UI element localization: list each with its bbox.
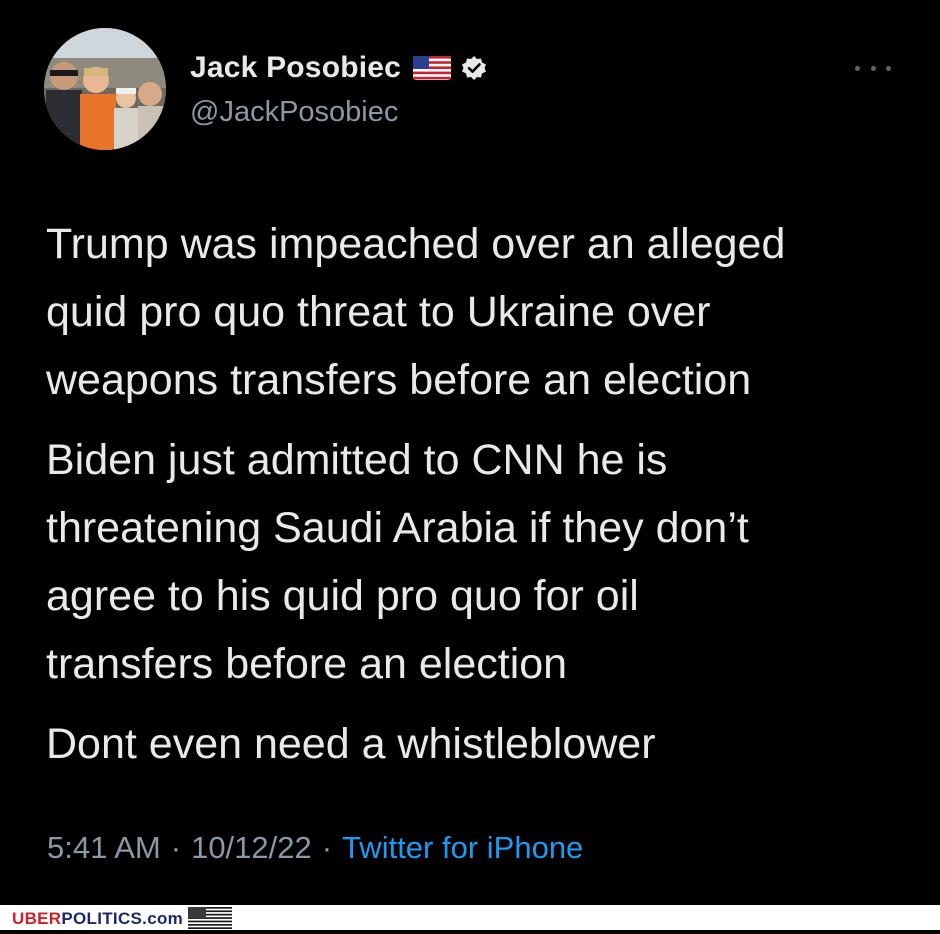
watermark-brand-politics: POLITICS.com bbox=[61, 909, 184, 928]
tweet-paragraph: Trump was impeached over an alleged quid… bbox=[46, 220, 786, 404]
watermark-brand-uber: UBER bbox=[12, 909, 62, 928]
tweet-card: Jack Posobiec @JackPosobiec Trump was im… bbox=[0, 0, 940, 905]
watermark-bar: UBERPOLITICS.com bbox=[0, 905, 940, 930]
tweet-source-link[interactable]: Twitter for iPhone bbox=[342, 830, 583, 866]
verified-badge-icon bbox=[461, 55, 487, 81]
more-dot-icon bbox=[855, 65, 860, 71]
watermark-brand: UBERPOLITICS.com bbox=[12, 909, 183, 929]
tweet-date[interactable]: 10/12/22 bbox=[191, 830, 312, 866]
more-dot-icon bbox=[886, 65, 891, 71]
avatar[interactable] bbox=[44, 28, 166, 150]
more-dot-icon bbox=[870, 65, 876, 71]
avatar-photo bbox=[44, 28, 166, 150]
meta-separator: · bbox=[321, 830, 333, 865]
author-handle[interactable]: @JackPosobiec bbox=[190, 96, 398, 129]
us-flag-icon bbox=[413, 56, 452, 80]
more-options-button[interactable] bbox=[855, 58, 891, 78]
tweet-time[interactable]: 5:41 AM bbox=[47, 830, 161, 866]
tweet-paragraph: Biden just admitted to CNN he is threate… bbox=[46, 436, 749, 688]
author-display-name[interactable]: Jack Posobiec bbox=[190, 51, 401, 85]
us-flag-icon bbox=[188, 907, 232, 929]
tweet-paragraph: Dont even need a whistleblower bbox=[46, 720, 656, 768]
meta-separator: · bbox=[170, 830, 182, 865]
author-row: Jack Posobiec bbox=[190, 48, 487, 88]
tweet-text: Trump was impeached over an alleged quid… bbox=[46, 210, 906, 778]
tweet-metadata: 5:41 AM · 10/12/22 · Twitter for iPhone bbox=[47, 830, 583, 866]
